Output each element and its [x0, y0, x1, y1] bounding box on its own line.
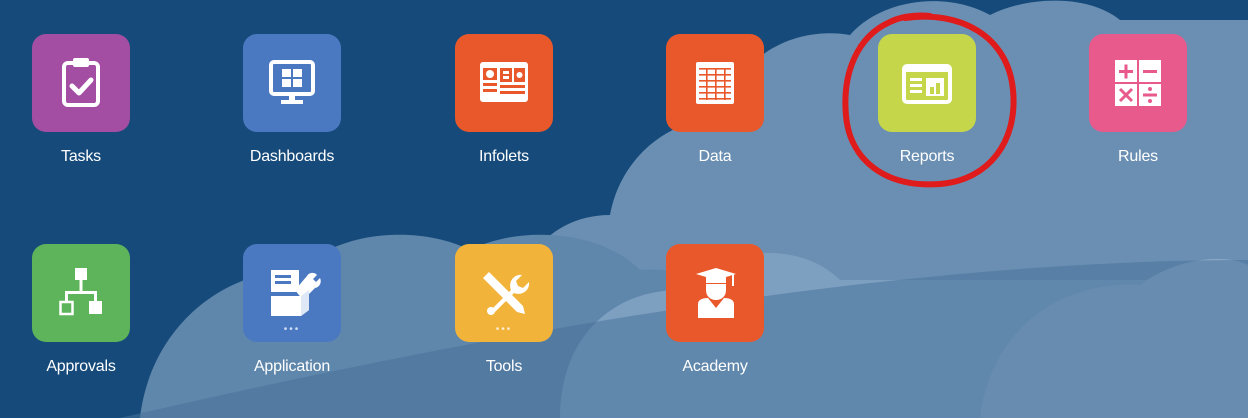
approvals-icon-box[interactable]	[32, 244, 130, 342]
monitor-dashboard-icon	[269, 60, 315, 104]
tile-academy[interactable]: Academy	[645, 244, 785, 404]
table-grid-icon	[696, 62, 734, 104]
application-icon-box[interactable]: •••	[243, 244, 341, 342]
rules-icon-box[interactable]	[1089, 34, 1187, 132]
tile-reports[interactable]: Reports	[857, 34, 997, 194]
tile-approvals[interactable]: Approvals	[11, 244, 151, 404]
academy-icon-box[interactable]	[666, 244, 764, 342]
infolets-icon	[480, 62, 528, 102]
cloud-background	[120, 0, 1248, 418]
tile-label: Data	[698, 148, 732, 165]
tile-label: Infolets	[479, 148, 529, 165]
hierarchy-icon	[59, 268, 102, 316]
tile-label: Tasks	[61, 148, 101, 165]
tile-label: Rules	[1118, 148, 1158, 165]
academy-icon	[696, 268, 736, 318]
tile-label: Dashboards	[249, 148, 335, 165]
tools-icon	[483, 272, 530, 315]
clipboard-check-icon	[62, 58, 100, 107]
tile-label: Tools	[485, 358, 523, 375]
tile-label: Approvals	[46, 358, 116, 375]
tile-dashboards[interactable]: Dashboards	[222, 34, 362, 194]
dashboards-icon-box[interactable]	[243, 34, 341, 132]
tile-rules[interactable]: Rules	[1068, 34, 1208, 194]
tile-tools[interactable]: ••• Tools	[434, 244, 574, 404]
tasks-icon-box[interactable]	[32, 34, 130, 132]
tile-label: Application	[253, 358, 331, 375]
tile-application[interactable]: ••• Application	[222, 244, 362, 404]
calculator-icon	[1115, 60, 1161, 106]
more-indicator: •••	[283, 324, 301, 335]
application-icon	[271, 270, 321, 316]
tile-label: Reports	[899, 148, 955, 165]
tile-label: Academy	[682, 358, 748, 375]
tile-tasks[interactable]: Tasks	[11, 34, 151, 194]
springboard: Tasks Dashboards Infolets Data Reports R…	[0, 0, 1248, 418]
tile-data[interactable]: Data	[645, 34, 785, 194]
more-indicator: •••	[495, 324, 513, 335]
tile-infolets[interactable]: Infolets	[434, 34, 574, 194]
infolets-icon-box[interactable]	[455, 34, 553, 132]
report-icon	[902, 64, 952, 104]
tools-icon-box[interactable]: •••	[455, 244, 553, 342]
reports-icon-box[interactable]	[878, 34, 976, 132]
data-icon-box[interactable]	[666, 34, 764, 132]
